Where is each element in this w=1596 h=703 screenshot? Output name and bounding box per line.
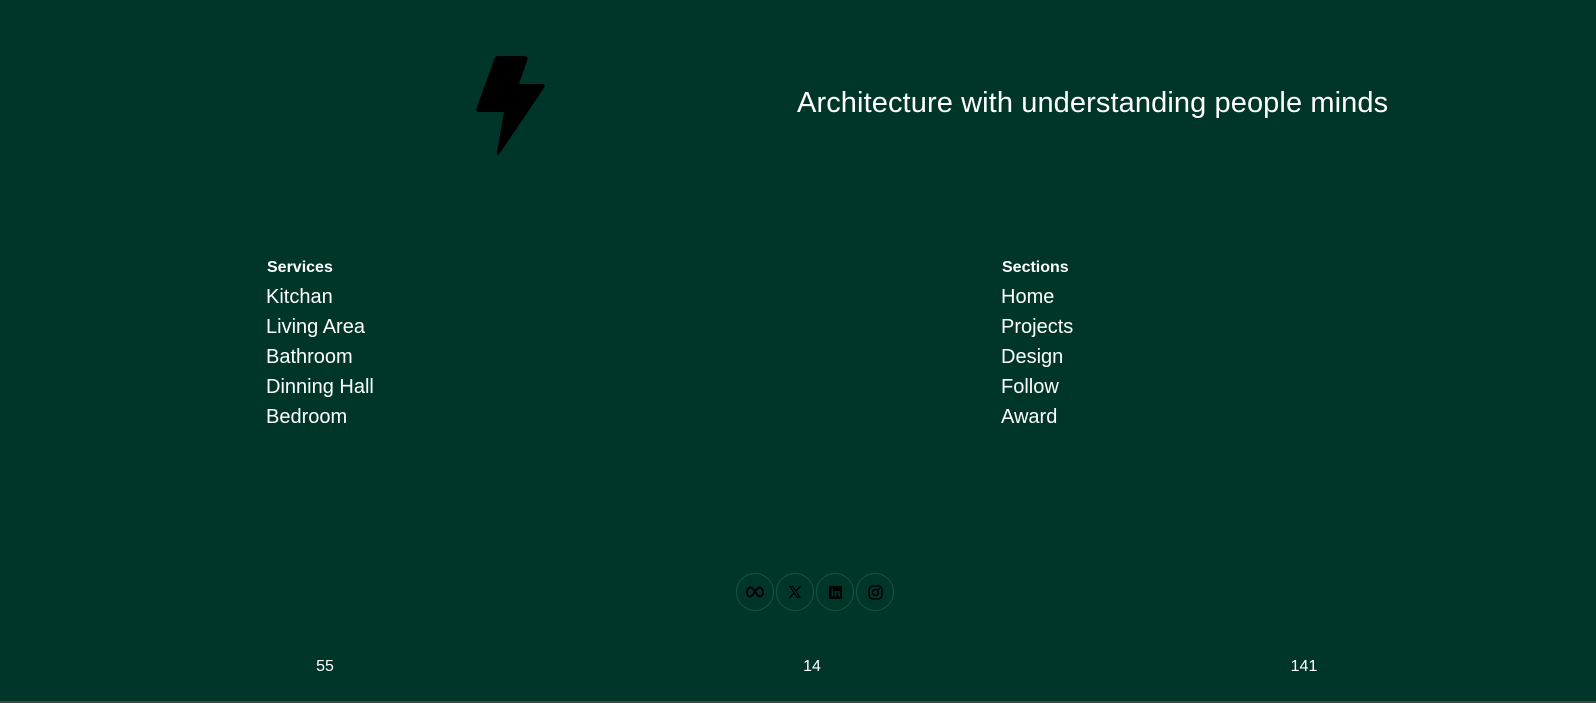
tagline: Architecture with understanding people m… <box>797 87 1389 119</box>
services-link-bedroom[interactable]: Bedroom <box>266 402 374 432</box>
lightning-bolt-icon <box>476 54 546 156</box>
x-button[interactable] <box>776 573 814 611</box>
stat-value: 55 <box>316 658 334 675</box>
sections-heading: Sections <box>1002 259 1069 276</box>
meta-button[interactable] <box>736 573 774 611</box>
sections-link-home[interactable]: Home <box>1001 282 1073 312</box>
stat-value: 14 <box>803 658 821 675</box>
sections-column: Sections Home Projects Design Follow Awa… <box>1001 258 1073 432</box>
instagram-button[interactable] <box>856 573 894 611</box>
meta-icon <box>746 586 764 598</box>
services-link-bathroom[interactable]: Bathroom <box>266 342 374 372</box>
stat-value: 141 <box>1290 658 1318 675</box>
instagram-icon <box>867 584 883 600</box>
services-list: Kitchan Living Area Bathroom Dinning Hal… <box>266 282 374 432</box>
services-column: Services Kitchan Living Area Bathroom Di… <box>266 258 374 432</box>
linkedin-icon <box>828 585 842 599</box>
sections-list: Home Projects Design Follow Award <box>1001 282 1073 432</box>
sections-link-follow[interactable]: Follow <box>1001 372 1073 402</box>
services-link-dinning-hall[interactable]: Dinning Hall <box>266 372 374 402</box>
social-links <box>736 573 894 611</box>
linkedin-button[interactable] <box>816 573 854 611</box>
sections-link-award[interactable]: Award <box>1001 402 1073 432</box>
services-heading: Services <box>267 259 333 276</box>
x-icon <box>788 585 802 599</box>
services-link-living-area[interactable]: Living Area <box>266 312 374 342</box>
services-link-kitchan[interactable]: Kitchan <box>266 282 374 312</box>
sections-link-design[interactable]: Design <box>1001 342 1073 372</box>
footer-page: Architecture with understanding people m… <box>0 0 1596 703</box>
sections-link-projects[interactable]: Projects <box>1001 312 1073 342</box>
